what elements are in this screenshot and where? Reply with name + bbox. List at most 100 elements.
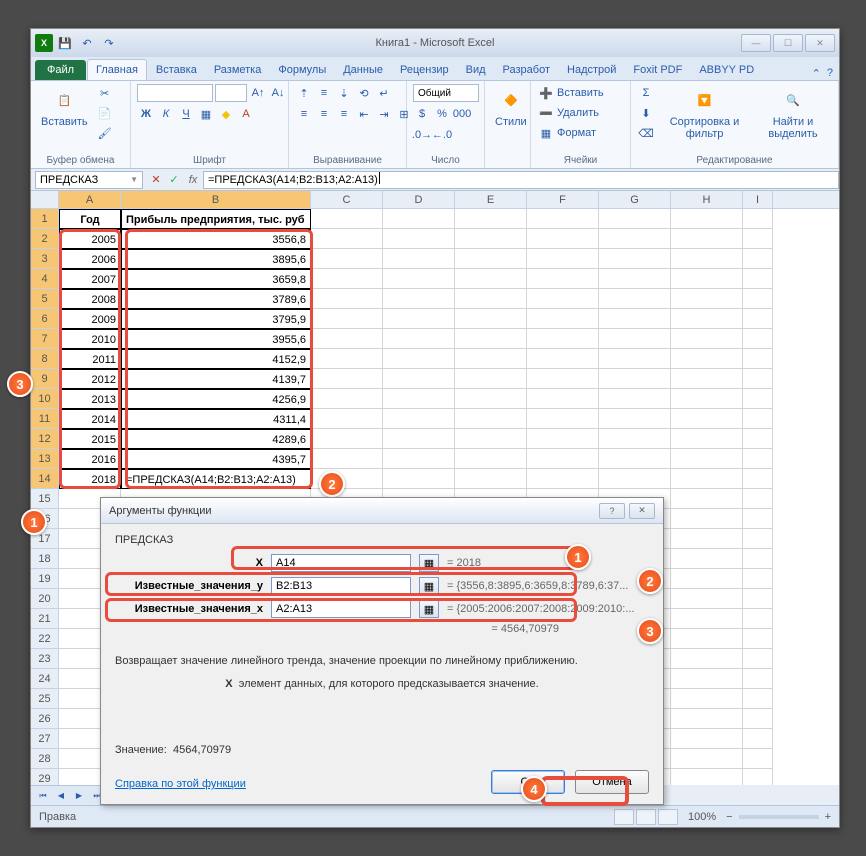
- cell[interactable]: 2016: [59, 449, 121, 469]
- tab-formulas[interactable]: Формулы: [270, 60, 334, 80]
- format-cells-icon[interactable]: ▦: [537, 124, 555, 142]
- row-header[interactable]: 13: [31, 449, 59, 469]
- align-bottom-icon[interactable]: ⇣: [335, 84, 353, 102]
- cell[interactable]: [671, 309, 743, 329]
- cell[interactable]: [599, 449, 671, 469]
- underline-button[interactable]: Ч: [177, 105, 195, 123]
- bold-button[interactable]: Ж: [137, 105, 155, 123]
- cell[interactable]: [527, 449, 599, 469]
- zoom-in-button[interactable]: +: [825, 811, 831, 823]
- maximize-button[interactable]: ☐: [773, 34, 803, 52]
- copy-icon[interactable]: 📄: [96, 104, 114, 122]
- fill-color-icon[interactable]: ◆: [217, 105, 235, 123]
- cell[interactable]: 3895,6: [121, 249, 311, 269]
- tab-home[interactable]: Главная: [87, 59, 147, 80]
- cell[interactable]: [527, 229, 599, 249]
- row-header[interactable]: 22: [31, 629, 59, 649]
- cell[interactable]: [527, 469, 599, 489]
- cell[interactable]: [311, 329, 383, 349]
- tab-addins[interactable]: Надстрой: [559, 60, 624, 80]
- cell[interactable]: [743, 589, 773, 609]
- cell[interactable]: [527, 389, 599, 409]
- format-painter-icon[interactable]: 🖌: [96, 124, 114, 142]
- cell[interactable]: [671, 689, 743, 709]
- page-layout-view-button[interactable]: [636, 809, 656, 825]
- cell[interactable]: [455, 449, 527, 469]
- file-tab[interactable]: Файл: [35, 60, 86, 80]
- tab-foxit[interactable]: Foxit PDF: [625, 60, 690, 80]
- cell[interactable]: [383, 409, 455, 429]
- column-header-b[interactable]: B: [121, 191, 311, 208]
- border-icon[interactable]: ▦: [197, 105, 215, 123]
- cut-icon[interactable]: ✂: [96, 84, 114, 102]
- zoom-out-button[interactable]: −: [726, 811, 732, 823]
- increase-font-icon[interactable]: A↑: [249, 84, 267, 102]
- row-header[interactable]: 21: [31, 609, 59, 629]
- cell[interactable]: [671, 269, 743, 289]
- row-header[interactable]: 24: [31, 669, 59, 689]
- qat-save[interactable]: 💾: [55, 33, 75, 53]
- currency-icon[interactable]: $: [413, 105, 431, 123]
- delete-cells-icon[interactable]: ➖: [537, 104, 555, 122]
- cell[interactable]: [311, 389, 383, 409]
- cell[interactable]: [383, 309, 455, 329]
- row-header[interactable]: 8: [31, 349, 59, 369]
- cell[interactable]: [743, 749, 773, 769]
- tab-review[interactable]: Рецензир: [392, 60, 457, 80]
- tab-view[interactable]: Вид: [458, 60, 494, 80]
- cell[interactable]: [455, 389, 527, 409]
- cell[interactable]: 2009: [59, 309, 121, 329]
- cell[interactable]: [671, 369, 743, 389]
- cell[interactable]: [455, 289, 527, 309]
- zoom-slider[interactable]: [739, 815, 819, 819]
- cell[interactable]: [743, 629, 773, 649]
- name-box[interactable]: ПРЕДСКАЗ ▼: [35, 171, 143, 189]
- cell[interactable]: [743, 349, 773, 369]
- cell[interactable]: [671, 489, 743, 509]
- italic-button[interactable]: К: [157, 105, 175, 123]
- cell[interactable]: 2010: [59, 329, 121, 349]
- align-middle-icon[interactable]: ≡: [315, 84, 333, 102]
- align-right-icon[interactable]: ≡: [335, 105, 353, 123]
- cell[interactable]: [311, 369, 383, 389]
- column-header-d[interactable]: D: [383, 191, 455, 208]
- cell[interactable]: 4152,9: [121, 349, 311, 369]
- row-header[interactable]: 1: [31, 209, 59, 229]
- cell[interactable]: [599, 389, 671, 409]
- cell[interactable]: [383, 269, 455, 289]
- cell[interactable]: [671, 749, 743, 769]
- orientation-icon[interactable]: ⟲: [355, 84, 373, 102]
- cell[interactable]: [383, 429, 455, 449]
- tab-insert[interactable]: Вставка: [148, 60, 205, 80]
- column-header-c[interactable]: C: [311, 191, 383, 208]
- cell[interactable]: [671, 409, 743, 429]
- cell[interactable]: [671, 469, 743, 489]
- minimize-ribbon-icon[interactable]: ⌃: [812, 67, 821, 80]
- increase-decimal-icon[interactable]: .0→: [413, 126, 431, 144]
- cell[interactable]: [671, 429, 743, 449]
- cell[interactable]: [311, 269, 383, 289]
- cell[interactable]: [743, 429, 773, 449]
- cell[interactable]: [671, 549, 743, 569]
- chevron-down-icon[interactable]: ▼: [130, 175, 138, 184]
- cancel-button[interactable]: Отмена: [575, 770, 649, 794]
- cell[interactable]: [743, 509, 773, 529]
- fx-icon[interactable]: fx: [183, 174, 203, 186]
- cell[interactable]: [455, 429, 527, 449]
- tab-data[interactable]: Данные: [335, 60, 391, 80]
- cell[interactable]: [455, 249, 527, 269]
- align-top-icon[interactable]: ⇡: [295, 84, 313, 102]
- cell[interactable]: [311, 249, 383, 269]
- cell[interactable]: [743, 269, 773, 289]
- ok-button[interactable]: ОК: [491, 770, 565, 794]
- cell[interactable]: [743, 409, 773, 429]
- decrease-indent-icon[interactable]: ⇤: [355, 105, 373, 123]
- cell[interactable]: 2007: [59, 269, 121, 289]
- cell[interactable]: [455, 369, 527, 389]
- row-header[interactable]: 5: [31, 289, 59, 309]
- cell[interactable]: [743, 729, 773, 749]
- number-format-input[interactable]: [413, 84, 479, 102]
- help-link[interactable]: Справка по этой функции: [115, 778, 246, 790]
- cell[interactable]: Прибыль предприятия, тыс. руб: [121, 209, 311, 229]
- row-header[interactable]: 19: [31, 569, 59, 589]
